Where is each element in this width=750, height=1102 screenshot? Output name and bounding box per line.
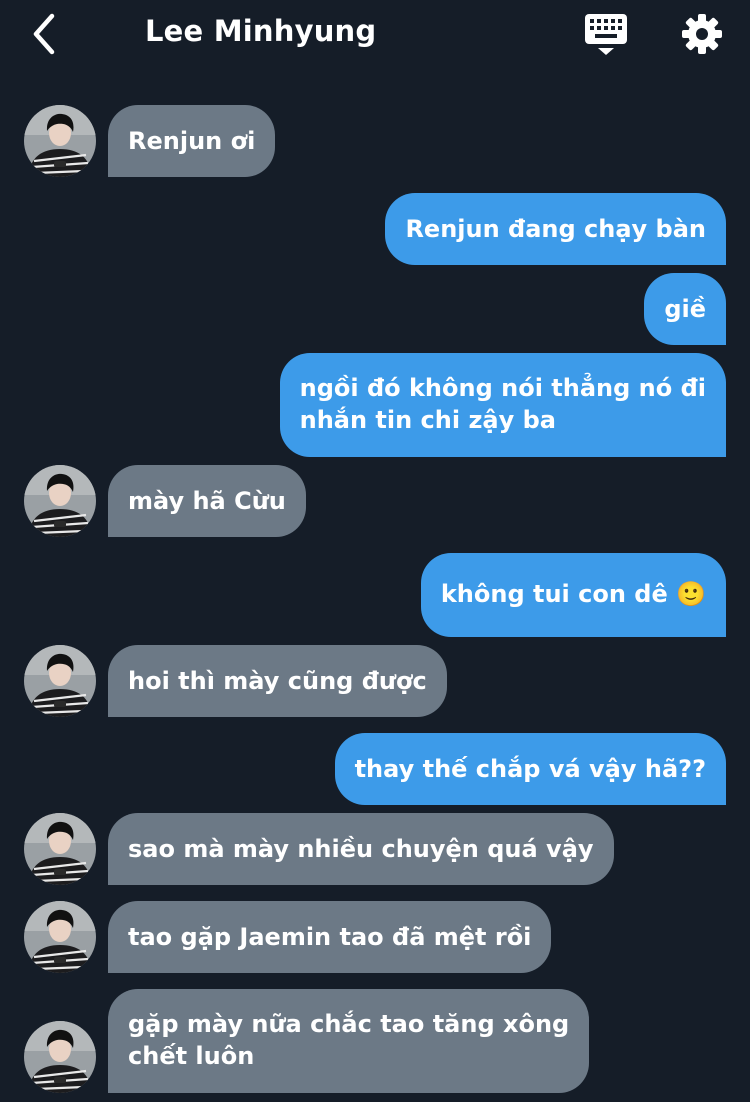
back-button[interactable] bbox=[28, 12, 68, 56]
outgoing-message: giề bbox=[644, 273, 726, 345]
message-text: thay thế chắp vá vậy hã?? bbox=[354, 755, 706, 783]
message-text: Renjun đang chạy bàn bbox=[405, 215, 706, 243]
outgoing-message: Renjun đang chạy bàn bbox=[385, 193, 726, 265]
avatar[interactable] bbox=[24, 645, 96, 717]
outgoing-message: không tui con dê 🙂 bbox=[420, 553, 726, 637]
message-text: giề bbox=[664, 295, 706, 323]
incoming-message: hoi thì mày cũng được bbox=[108, 645, 447, 717]
message-text-line: gặp mày nữa chắc tao tăng xông bbox=[128, 1010, 570, 1038]
incoming-message: Renjun ơi bbox=[108, 105, 276, 177]
outgoing-message: ngồi đó không nói thẳng nó đi nhắn tin c… bbox=[279, 353, 726, 457]
avatar[interactable] bbox=[24, 813, 96, 885]
incoming-message: mày hã Cừu bbox=[108, 465, 306, 537]
chevron-left-icon bbox=[33, 13, 55, 55]
contact-name: Lee Minhyung bbox=[145, 14, 377, 48]
message-text: tao gặp Jaemin tao đã mệt rồi bbox=[128, 923, 532, 951]
gear-icon bbox=[682, 14, 722, 54]
avatar[interactable] bbox=[24, 105, 96, 177]
message-text: không tui con dê bbox=[440, 580, 668, 608]
smiley-emoji: 🙂 bbox=[676, 580, 706, 608]
message-text-line: chết luôn bbox=[128, 1042, 255, 1070]
avatar[interactable] bbox=[24, 465, 96, 537]
settings-button[interactable] bbox=[680, 12, 724, 56]
chat-header: Lee Minhyung bbox=[0, 0, 750, 70]
avatar[interactable] bbox=[24, 901, 96, 973]
message-text: hoi thì mày cũng được bbox=[128, 667, 427, 695]
message-text-line: nhắn tin chi zậy ba bbox=[299, 406, 556, 434]
incoming-message: tao gặp Jaemin tao đã mệt rồi bbox=[108, 901, 552, 973]
incoming-message: sao mà mày nhiều chuyện quá vậy bbox=[108, 813, 614, 885]
keyboard-button[interactable] bbox=[584, 12, 630, 58]
message-text: sao mà mày nhiều chuyện quá vậy bbox=[128, 835, 594, 863]
keyboard-icon bbox=[585, 14, 627, 55]
message-text-line: ngồi đó không nói thẳng nó đi bbox=[299, 374, 706, 402]
incoming-message: gặp mày nữa chắc tao tăng xông chết luôn bbox=[108, 989, 590, 1093]
avatar[interactable] bbox=[24, 1021, 96, 1093]
message-text: Renjun ơi bbox=[128, 127, 256, 155]
message-text: mày hã Cừu bbox=[128, 487, 286, 515]
outgoing-message: thay thế chắp vá vậy hã?? bbox=[334, 733, 726, 805]
